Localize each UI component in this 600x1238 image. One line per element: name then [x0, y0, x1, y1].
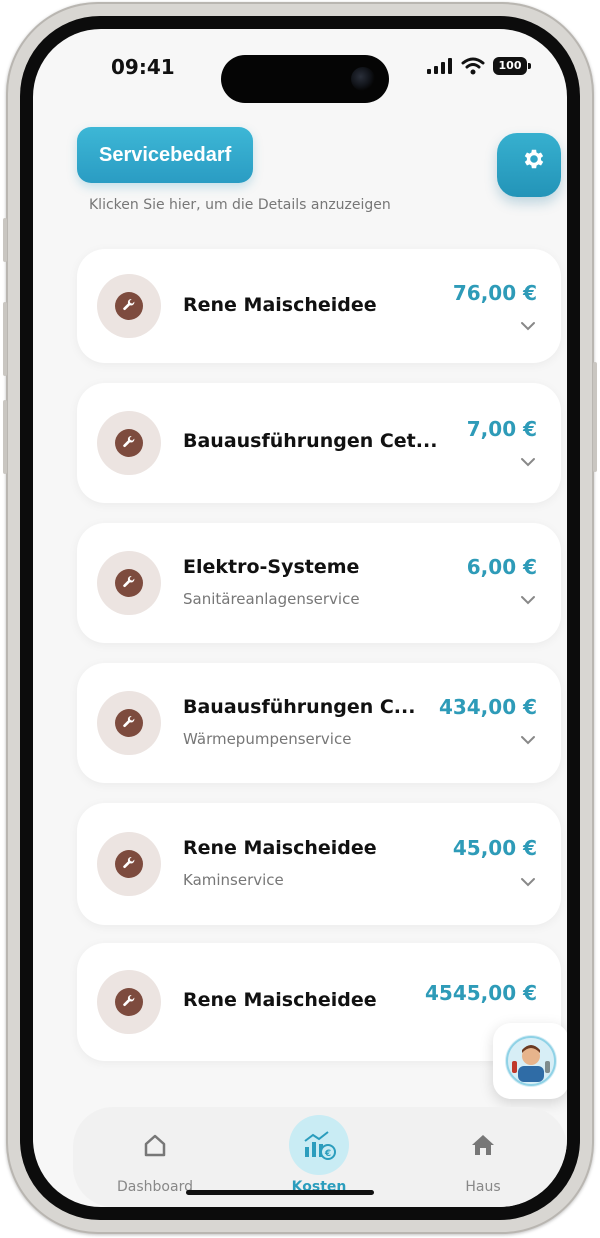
settings-button[interactable] — [497, 133, 561, 197]
chevron-down-icon[interactable] — [519, 591, 537, 609]
wrench-icon — [123, 435, 135, 448]
service-amount: 4545,00 € — [425, 981, 537, 1005]
service-icon — [97, 970, 161, 1034]
service-title: Bauausführungen Cet... — [183, 430, 438, 452]
phone-frame: 09:41 100 Servicebedarf Klicken Sie hier… — [3, 2, 597, 1234]
service-subtitle: Kaminservice — [183, 871, 284, 889]
assistant-avatar-button[interactable] — [493, 1023, 567, 1099]
service-title: Bauausführungen C... — [183, 696, 416, 718]
service-card[interactable]: Elektro-Systeme Sanitäreanlagenservice 6… — [77, 523, 561, 643]
svg-text:€: € — [324, 1149, 331, 1159]
wifi-icon — [461, 57, 485, 75]
house-icon — [472, 1135, 494, 1155]
service-title: Rene Maischeidee — [183, 837, 377, 859]
service-amount: 76,00 € — [452, 281, 537, 305]
camera-icon — [351, 67, 375, 91]
service-card[interactable]: Rene Maischeidee Kaminservice 45,00 € — [77, 803, 561, 925]
dynamic-island — [221, 55, 389, 103]
wrench-icon — [123, 994, 135, 1007]
nav-haus[interactable]: Haus — [423, 1107, 543, 1207]
service-icon — [97, 832, 161, 896]
wrench-icon — [123, 856, 135, 869]
service-amount: 434,00 € — [438, 695, 537, 719]
service-subtitle: Wärmepumpenservice — [183, 730, 352, 748]
chevron-down-icon[interactable] — [519, 317, 537, 335]
service-icon — [97, 274, 161, 338]
status-icons: 100 — [427, 57, 531, 75]
assistant-avatar-icon — [505, 1035, 557, 1087]
chevron-down-icon[interactable] — [519, 873, 537, 891]
service-amount: 45,00 € — [452, 836, 537, 860]
home-indicator[interactable] — [186, 1190, 374, 1195]
gear-icon — [524, 149, 544, 169]
bezel: 09:41 100 Servicebedarf Klicken Sie hier… — [20, 16, 580, 1220]
service-card[interactable]: Rene Maischeidee 76,00 € — [77, 249, 561, 363]
battery-icon: 100 — [493, 57, 531, 75]
service-title: Elektro-Systeme — [183, 556, 360, 578]
service-amount: 7,00 € — [466, 417, 537, 441]
screen: 09:41 100 Servicebedarf Klicken Sie hier… — [33, 29, 567, 1207]
chevron-down-icon[interactable] — [519, 731, 537, 749]
service-subtitle: Sanitäreanlagenservice — [183, 590, 360, 608]
cost-chart-icon: € — [304, 1131, 336, 1160]
service-icon — [97, 411, 161, 475]
status-time: 09:41 — [111, 55, 175, 79]
wrench-icon — [123, 298, 135, 311]
mute-switch — [3, 218, 7, 262]
nav-label: Haus — [465, 1179, 501, 1195]
service-icon — [97, 551, 161, 615]
service-card[interactable]: Rene Maischeidee 4545,00 € — [77, 943, 561, 1061]
service-icon — [97, 691, 161, 755]
home-outline-icon — [144, 1134, 166, 1157]
service-card[interactable]: Bauausführungen C... Wärmepumpenservice … — [77, 663, 561, 783]
service-title-button[interactable]: Servicebedarf — [77, 127, 254, 183]
service-amount: 6,00 € — [466, 555, 537, 579]
service-title: Rene Maischeidee — [183, 989, 377, 1011]
wrench-icon — [123, 715, 135, 728]
service-card[interactable]: Bauausführungen Cet... 7,00 € — [77, 383, 561, 503]
service-title: Rene Maischeidee — [183, 294, 377, 316]
volume-down-button — [3, 400, 7, 474]
details-hint[interactable]: Klicken Sie hier, um die Details anzuzei… — [89, 197, 391, 213]
wrench-icon — [123, 575, 135, 588]
volume-up-button — [3, 302, 7, 376]
chevron-down-icon[interactable] — [519, 453, 537, 471]
signal-icon — [427, 58, 452, 74]
power-button — [593, 362, 597, 472]
